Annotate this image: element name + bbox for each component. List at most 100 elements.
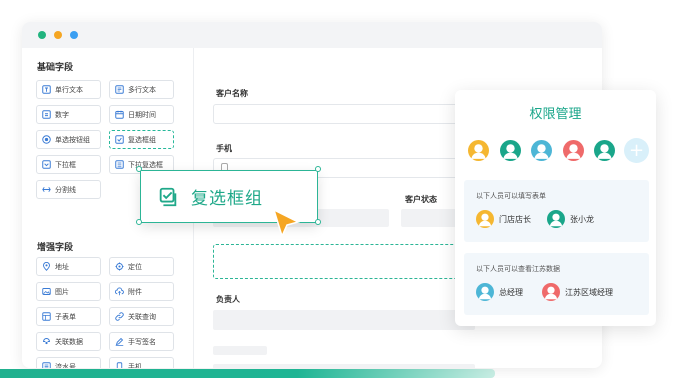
resize-handle-tr[interactable] bbox=[315, 166, 321, 172]
field-chip-label: 下拉复选框 bbox=[128, 160, 163, 169]
avatar bbox=[542, 283, 560, 301]
field-chip-single-line-text[interactable]: 单行文本 bbox=[36, 80, 101, 99]
field-chip-label: 子表单 bbox=[55, 312, 76, 321]
member-avatar[interactable] bbox=[466, 138, 491, 163]
field-chip-phone[interactable]: 手机 bbox=[109, 357, 174, 368]
window-titlebar bbox=[22, 22, 602, 48]
field-chip-divider[interactable]: 分割线 bbox=[36, 180, 101, 199]
advanced-fields-title: 增强字段 bbox=[37, 243, 74, 253]
field-chip-image[interactable]: 图片 bbox=[36, 282, 101, 301]
field-chip-calendar[interactable]: 日期时间 bbox=[109, 105, 174, 124]
link-query-icon bbox=[115, 312, 124, 321]
field-chip-label: 单行文本 bbox=[55, 85, 83, 94]
member-avatar[interactable] bbox=[592, 138, 617, 163]
basic-fields-title: 基础字段 bbox=[37, 63, 74, 73]
field-chip-label: 复选框组 bbox=[128, 135, 156, 144]
field-placeholder-input bbox=[213, 364, 475, 368]
dropdown-multi-icon bbox=[115, 160, 124, 169]
pen-icon bbox=[115, 337, 124, 346]
field-chip-number[interactable]: 数字 bbox=[36, 105, 101, 124]
resize-handle-bl[interactable] bbox=[136, 219, 142, 225]
field-chip-label: 关联数据 bbox=[55, 337, 83, 346]
bottom-accent-bar bbox=[0, 369, 495, 378]
field-chip-radio[interactable]: 单选按钮组 bbox=[36, 130, 101, 149]
map-pin-icon bbox=[42, 262, 51, 271]
image-icon bbox=[42, 287, 51, 296]
number-icon bbox=[42, 110, 51, 119]
avatar bbox=[476, 210, 494, 228]
field-chip-label: 多行文本 bbox=[128, 85, 156, 94]
multi-line-text-icon bbox=[115, 85, 124, 94]
field-chip-serial-number[interactable]: 流水号 bbox=[36, 357, 101, 368]
permission-panel: 权限管理 + 以下人员可以填写表单 门店店长 张小龙 以下人员可以查看江苏数据 … bbox=[455, 90, 656, 326]
field-chip-label: 单选按钮组 bbox=[55, 135, 90, 144]
field-chip-label: 附件 bbox=[128, 287, 142, 296]
calendar-icon bbox=[115, 110, 124, 119]
field-chip-label: 下拉框 bbox=[55, 160, 76, 169]
person-name: 门店店长 bbox=[499, 214, 531, 224]
cloud-upload-icon bbox=[115, 287, 124, 296]
field-chip-locate[interactable]: 定位 bbox=[109, 257, 174, 276]
window-dot-blue[interactable] bbox=[70, 31, 78, 39]
field-chip-link-data[interactable]: 关联数据 bbox=[36, 332, 101, 351]
avatar bbox=[476, 283, 494, 301]
field-chip-label: 手机 bbox=[128, 362, 142, 369]
checkbox-icon bbox=[115, 135, 124, 144]
field-chip-label: 地址 bbox=[55, 262, 69, 271]
single-line-text-icon bbox=[42, 85, 51, 94]
avatar bbox=[547, 210, 565, 228]
view-permission-title: 以下人员可以查看江苏数据 bbox=[476, 265, 560, 273]
field-placeholder-label bbox=[213, 346, 267, 355]
member-avatar[interactable] bbox=[560, 138, 586, 163]
field-chip-label: 日期时间 bbox=[128, 110, 156, 119]
person-zhang-xiaolong[interactable]: 张小龙 bbox=[547, 210, 594, 228]
phone-icon bbox=[115, 362, 124, 368]
field-chip-label: 流水号 bbox=[55, 362, 76, 369]
customer-name-label: 客户名称 bbox=[216, 89, 248, 98]
radio-icon bbox=[42, 135, 51, 144]
add-member-icon[interactable]: + bbox=[624, 138, 649, 163]
permission-title: 权限管理 bbox=[529, 107, 582, 122]
resize-handle-br[interactable] bbox=[315, 219, 321, 225]
customer-status-label: 客户状态 bbox=[405, 195, 437, 204]
person-name: 总经理 bbox=[499, 287, 523, 297]
field-chip-dropdown[interactable]: 下拉框 bbox=[36, 155, 101, 174]
resize-handle-tl[interactable] bbox=[136, 166, 142, 172]
person-name: 张小龙 bbox=[570, 214, 594, 224]
locate-icon bbox=[115, 262, 124, 271]
sub-form-icon bbox=[42, 312, 51, 321]
phone-label: 手机 bbox=[216, 144, 232, 153]
field-chip-label: 图片 bbox=[55, 287, 69, 296]
field-chip-label: 分割线 bbox=[55, 185, 76, 194]
field-chip-map-pin[interactable]: 地址 bbox=[36, 257, 101, 276]
cursor-arrow-icon bbox=[271, 208, 301, 239]
owner-input[interactable] bbox=[213, 310, 475, 330]
checkbox-icon bbox=[157, 186, 179, 208]
member-avatar[interactable] bbox=[529, 138, 554, 163]
link-data-icon bbox=[42, 337, 51, 346]
window-dot-green[interactable] bbox=[38, 31, 46, 39]
fill-permission-title: 以下人员可以填写表单 bbox=[476, 192, 546, 200]
divider-icon bbox=[42, 185, 51, 194]
person-store-manager[interactable]: 门店店长 bbox=[476, 210, 531, 228]
field-chip-label: 定位 bbox=[128, 262, 142, 271]
person-general-manager[interactable]: 总经理 bbox=[476, 283, 523, 301]
field-chip-label: 数字 bbox=[55, 110, 69, 119]
field-chip-sub-form[interactable]: 子表单 bbox=[36, 307, 101, 326]
field-chip-checkbox[interactable]: 复选框组 bbox=[109, 130, 174, 149]
field-chip-cloud-upload[interactable]: 附件 bbox=[109, 282, 174, 301]
person-jiangsu-manager[interactable]: 江苏区域经理 bbox=[542, 283, 613, 301]
serial-number-icon bbox=[42, 362, 51, 368]
drop-zone[interactable] bbox=[213, 244, 475, 279]
dragged-label: 复选框组 bbox=[191, 189, 263, 209]
field-chip-pen[interactable]: 手写签名 bbox=[109, 332, 174, 351]
field-chip-label: 手写签名 bbox=[128, 337, 156, 346]
view-permission-card: 以下人员可以查看江苏数据 总经理 江苏区域经理 bbox=[464, 253, 649, 315]
field-chip-label: 关联查询 bbox=[128, 312, 156, 321]
field-chip-link-query[interactable]: 关联查询 bbox=[109, 307, 174, 326]
owner-label: 负责人 bbox=[216, 295, 240, 304]
window-dot-orange[interactable] bbox=[54, 31, 62, 39]
fill-permission-card: 以下人员可以填写表单 门店店长 张小龙 bbox=[464, 180, 649, 242]
member-avatar[interactable] bbox=[497, 138, 523, 163]
field-chip-multi-line-text[interactable]: 多行文本 bbox=[109, 80, 174, 99]
